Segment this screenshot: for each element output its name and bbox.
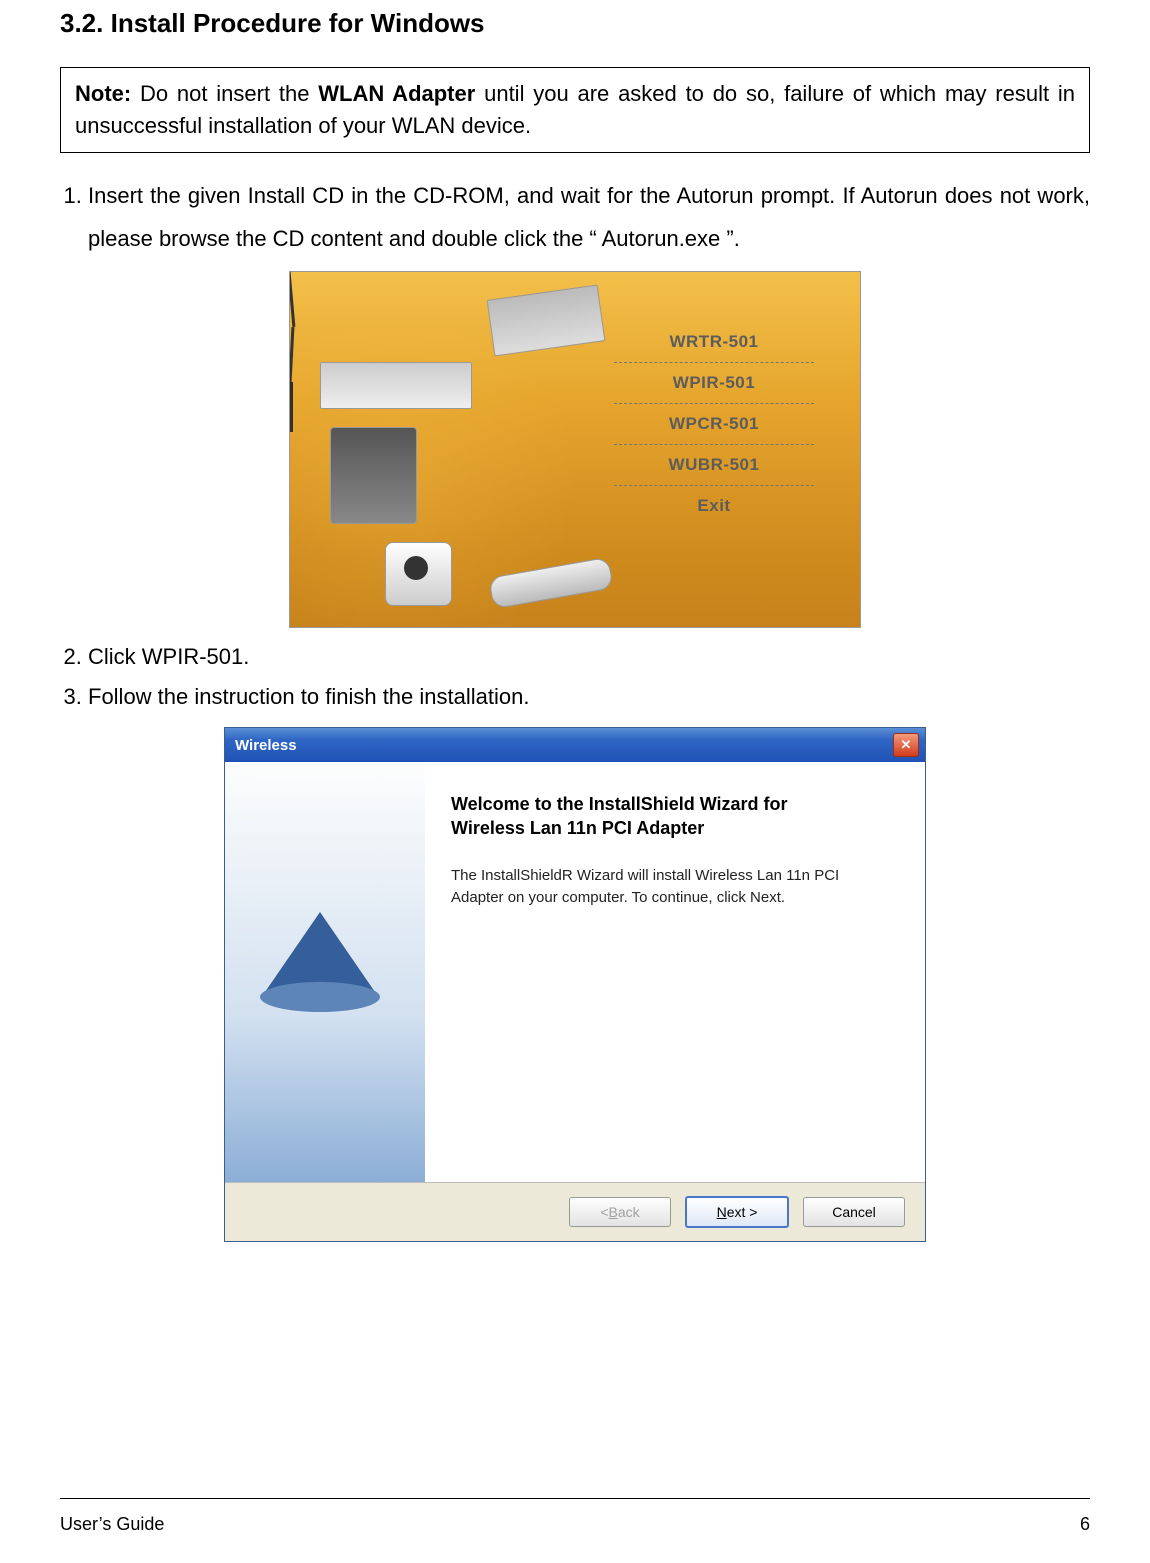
note-text-pre: Do not insert the: [131, 81, 318, 106]
next-button[interactable]: Next >: [685, 1196, 789, 1228]
page-number: 6: [1080, 1514, 1090, 1535]
footer-rule: [60, 1498, 1090, 1499]
footer-left: User’s Guide: [60, 1514, 164, 1535]
close-icon: ✕: [901, 737, 912, 753]
back-button: < Back: [569, 1197, 671, 1227]
autorun-menu: WRTR-501 WPIR-501 WPCR-501 WUBR-501 Exit: [594, 322, 834, 526]
autorun-menu-item-wrtr[interactable]: WRTR-501: [614, 322, 814, 362]
section-heading: 3.2. Install Procedure for Windows: [60, 8, 1090, 39]
steps-list-cont: Click WPIR-501. Follow the instruction t…: [60, 642, 1090, 714]
camera-lens-icon: [404, 556, 428, 580]
device-pci-icon: [320, 362, 472, 409]
autorun-menu-item-wpir[interactable]: WPIR-501: [614, 362, 814, 403]
note-bold: WLAN Adapter: [318, 81, 475, 106]
step-3: Follow the instruction to finish the ins…: [88, 682, 1090, 713]
device-router-icon: [330, 427, 417, 524]
wizard-heading: Welcome to the InstallShield Wizard for …: [451, 792, 891, 841]
autorun-menu-item-wubr[interactable]: WUBR-501: [614, 444, 814, 485]
wizard-body-text: The InstallShieldR Wizard will install W…: [451, 865, 891, 910]
steps-list: Insert the given Install CD in the CD-RO…: [60, 175, 1090, 261]
note-label: Note:: [75, 81, 131, 106]
wizard-title: Wireless: [235, 737, 893, 754]
close-button[interactable]: ✕: [893, 733, 919, 757]
autorun-menu-item-wpcr[interactable]: WPCR-501: [614, 403, 814, 444]
wizard-titlebar: Wireless ✕: [225, 728, 925, 762]
autorun-screenshot: WRTR-501 WPIR-501 WPCR-501 WUBR-501 Exit: [289, 271, 861, 628]
page-footer: User’s Guide 6: [60, 1514, 1090, 1535]
antenna-icon: [289, 272, 295, 327]
autorun-menu-item-exit[interactable]: Exit: [614, 485, 814, 526]
note-box: Note: Do not insert the WLAN Adapter unt…: [60, 67, 1090, 153]
wizard-footer: < Back Next > Cancel: [225, 1183, 925, 1241]
wizard-sidebar-image: [225, 762, 425, 1182]
step-2: Click WPIR-501.: [88, 642, 1090, 673]
installshield-wizard: Wireless ✕ Welcome to the InstallShield …: [224, 727, 926, 1242]
step-1: Insert the given Install CD in the CD-RO…: [88, 175, 1090, 261]
cancel-button[interactable]: Cancel: [803, 1197, 905, 1227]
